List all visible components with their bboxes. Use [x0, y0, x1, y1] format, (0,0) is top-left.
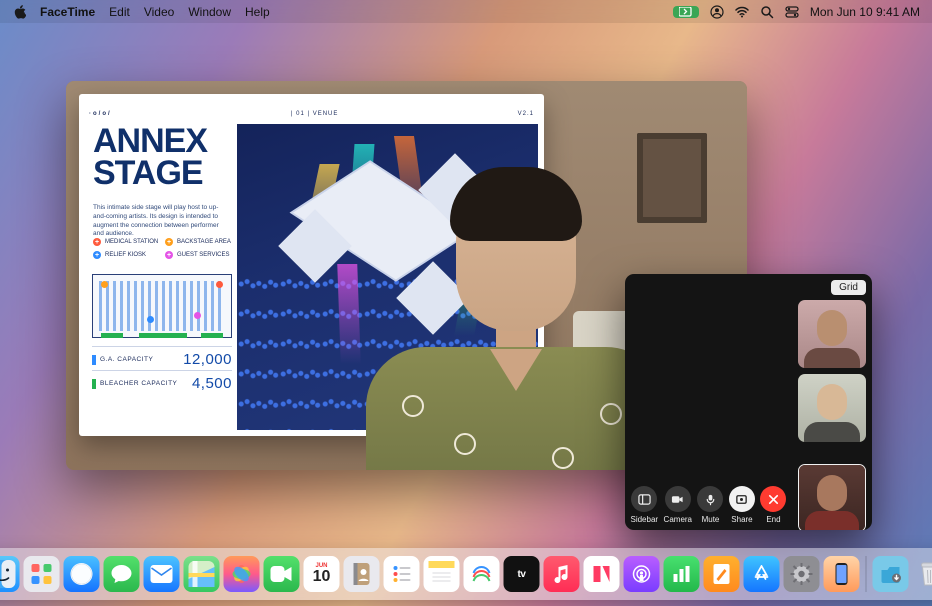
floorplan-diagram	[92, 274, 232, 338]
screen-sharing-status-icon[interactable]	[673, 6, 699, 18]
menubar-item-window[interactable]: Window	[188, 5, 231, 19]
participant-tile[interactable]	[798, 300, 866, 368]
dock-app-notes[interactable]	[424, 556, 460, 592]
self-view-tile[interactable]	[798, 464, 866, 530]
dock-app-reminders[interactable]	[384, 556, 420, 592]
slide-legend: MEDICAL STATION BACKSTAGE AREA RELIEF KI…	[93, 238, 231, 259]
end-call-button[interactable]: End	[760, 486, 786, 524]
dock-app-news[interactable]	[584, 556, 620, 592]
slide-title: ANNEX STAGE	[93, 126, 207, 190]
spotlight-icon[interactable]	[760, 5, 774, 19]
share-button[interactable]: Share	[729, 486, 755, 524]
menubar-clock[interactable]: Mon Jun 10 9:41 AM	[810, 5, 920, 19]
dock-trash[interactable]	[913, 556, 932, 592]
sidebar-button[interactable]: Sidebar	[630, 486, 658, 524]
dock-downloads[interactable]	[873, 556, 909, 592]
dock-app-tv[interactable]: tv	[504, 556, 540, 592]
dock-app-launchpad[interactable]	[24, 556, 60, 592]
dock-app-calendar[interactable]: JUN10	[304, 556, 340, 592]
dock-app-settings[interactable]	[784, 556, 820, 592]
dock-app-numbers[interactable]	[664, 556, 700, 592]
dock-app-facetime[interactable]	[264, 556, 300, 592]
slide-version: V2.1	[518, 111, 534, 117]
slide-description: This intimate side stage will play host …	[93, 204, 229, 239]
menubar: FaceTime Edit Video Window Help Mon Jun …	[0, 0, 932, 23]
dock-separator	[866, 556, 867, 592]
capacity-row-bleacher: BLEACHER CAPACITY 4,500	[92, 370, 232, 392]
dock-app-continuity-iphone[interactable]	[824, 556, 860, 592]
menubar-item-help[interactable]: Help	[245, 5, 270, 19]
dock-app-photos[interactable]	[224, 556, 260, 592]
facetime-window: Grid Sidebar Camera Mute Share End	[625, 274, 872, 530]
dock-app-contacts[interactable]	[344, 556, 380, 592]
menubar-app-name[interactable]: FaceTime	[40, 5, 95, 19]
dock-app-messages[interactable]	[104, 556, 140, 592]
user-switch-icon[interactable]	[710, 5, 724, 19]
slide-breadcrumb: | 01 | VENUE	[291, 111, 338, 117]
legend-item-relief: RELIEF KIOSK	[93, 251, 159, 259]
legend-item-backstage: BACKSTAGE AREA	[165, 238, 231, 246]
dock-app-maps[interactable]	[184, 556, 220, 592]
dock-app-pages[interactable]	[704, 556, 740, 592]
capacity-row-ga: G.A. CAPACITY 12,000	[92, 346, 232, 368]
camera-button[interactable]: Camera	[664, 486, 692, 524]
legend-item-guest: GUEST SERVICES	[165, 251, 231, 259]
dock-app-podcasts[interactable]	[624, 556, 660, 592]
menubar-item-video[interactable]: Video	[144, 5, 174, 19]
dock-app-finder[interactable]	[0, 556, 20, 592]
facetime-controls: Sidebar Camera Mute Share End	[625, 486, 792, 524]
slide-logo: ·o/o/	[89, 111, 112, 117]
dock-app-appstore[interactable]	[744, 556, 780, 592]
dock-app-safari[interactable]	[64, 556, 100, 592]
dock-app-music[interactable]	[544, 556, 580, 592]
control-center-icon[interactable]	[785, 5, 799, 19]
wifi-icon[interactable]	[735, 5, 749, 19]
participant-tile[interactable]	[798, 374, 866, 442]
dock: JUN10 tv	[0, 548, 932, 600]
mute-button[interactable]: Mute	[697, 486, 723, 524]
dock-app-freeform[interactable]	[464, 556, 500, 592]
apple-menu-icon[interactable]	[14, 5, 26, 19]
grid-toggle-button[interactable]: Grid	[831, 280, 866, 295]
menubar-item-edit[interactable]: Edit	[109, 5, 130, 19]
legend-item-medical: MEDICAL STATION	[93, 238, 159, 246]
dock-app-mail[interactable]	[144, 556, 180, 592]
